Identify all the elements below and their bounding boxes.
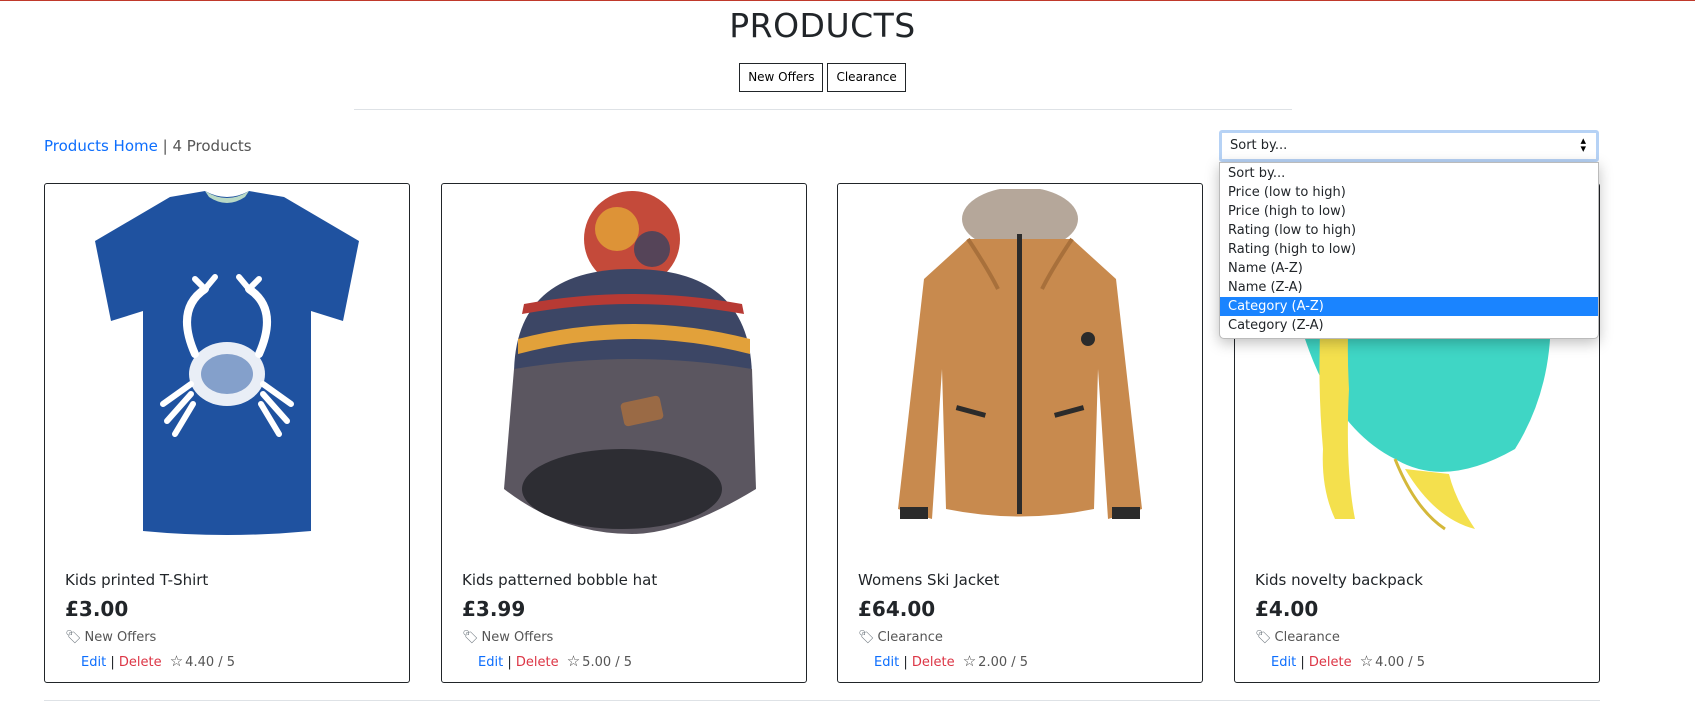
product-rating: 4.00 / 5: [1375, 655, 1426, 670]
category-label: New Offers: [481, 630, 554, 645]
star-icon: ☆: [169, 652, 184, 670]
clearance-button[interactable]: Clearance: [827, 63, 906, 92]
product-image-tshirt[interactable]: [55, 189, 399, 549]
category-label: Clearance: [877, 630, 943, 645]
product-actions: Edit | Delete ☆ 5.00 / 5: [478, 652, 632, 670]
product-name[interactable]: Kids printed T-Shirt: [65, 571, 208, 589]
sort-option-name-desc[interactable]: Name (Z-A): [1220, 278, 1598, 297]
filter-buttons: New Offers Clearance: [0, 63, 1645, 92]
action-separator: |: [110, 655, 115, 670]
edit-link[interactable]: Edit: [1271, 655, 1296, 670]
sort-option-default[interactable]: Sort by...: [1220, 164, 1598, 183]
product-rating: 2.00 / 5: [978, 655, 1029, 670]
category-label: New Offers: [84, 630, 157, 645]
product-price: £3.00: [65, 597, 129, 621]
tags-icon: 🏷︎: [858, 630, 875, 645]
sort-option-price-desc[interactable]: Price (high to low): [1220, 202, 1598, 221]
product-category[interactable]: 🏷︎ New Offers: [462, 630, 553, 645]
action-separator: |: [1300, 655, 1305, 670]
product-category[interactable]: 🏷︎ New Offers: [65, 630, 156, 645]
star-icon: ☆: [962, 652, 977, 670]
action-separator: |: [507, 655, 512, 670]
divider: [354, 109, 1292, 110]
sort-option-category-desc[interactable]: Category (Z-A): [1220, 316, 1598, 335]
product-count: 4 Products: [172, 137, 252, 155]
star-icon: ☆: [566, 652, 581, 670]
category-label: Clearance: [1274, 630, 1340, 645]
product-actions: Edit | Delete ☆ 4.40 / 5: [81, 652, 235, 670]
product-name[interactable]: Womens Ski Jacket: [858, 571, 999, 589]
star-icon: ☆: [1359, 652, 1374, 670]
product-card: Kids printed T-Shirt £3.00 🏷︎ New Offers …: [44, 183, 410, 683]
product-price: £4.00: [1255, 597, 1319, 621]
tags-icon: 🏷︎: [462, 630, 479, 645]
tags-icon: 🏷︎: [1255, 630, 1272, 645]
edit-link[interactable]: Edit: [874, 655, 899, 670]
product-card: Kids patterned bobble hat £3.99 🏷︎ New Of…: [441, 183, 807, 683]
top-accent-line: [0, 0, 1695, 1]
product-name[interactable]: Kids novelty backpack: [1255, 571, 1423, 589]
product-category[interactable]: 🏷︎ Clearance: [1255, 630, 1340, 645]
tags-icon: 🏷︎: [65, 630, 82, 645]
divider: [44, 700, 1600, 701]
products-home-link[interactable]: Products Home: [44, 137, 158, 155]
product-name[interactable]: Kids patterned bobble hat: [462, 571, 657, 589]
sort-dropdown-list: Sort by... Price (low to high) Price (hi…: [1219, 162, 1599, 339]
edit-link[interactable]: Edit: [478, 655, 503, 670]
product-price: £64.00: [858, 597, 936, 621]
product-image-hat[interactable]: [452, 189, 796, 549]
product-actions: Edit | Delete ☆ 2.00 / 5: [874, 652, 1028, 670]
product-actions: Edit | Delete ☆ 4.00 / 5: [1271, 652, 1425, 670]
select-arrows-icon: ▴ ▾: [1580, 134, 1586, 155]
product-image-jacket[interactable]: [848, 189, 1192, 549]
product-price: £3.99: [462, 597, 526, 621]
sort-option-name-asc[interactable]: Name (A-Z): [1220, 259, 1598, 278]
delete-link[interactable]: Delete: [912, 655, 955, 670]
product-card: Womens Ski Jacket £64.00 🏷︎ Clearance Edi…: [837, 183, 1203, 683]
product-category[interactable]: 🏷︎ Clearance: [858, 630, 943, 645]
sort-select[interactable]: Sort by... ▴ ▾: [1219, 130, 1599, 162]
breadcrumb-separator: |: [157, 137, 173, 155]
page-title: PRODUCTS: [729, 6, 916, 45]
product-rating: 4.40 / 5: [185, 655, 236, 670]
new-offers-button[interactable]: New Offers: [739, 63, 824, 92]
delete-link[interactable]: Delete: [1309, 655, 1352, 670]
delete-link[interactable]: Delete: [516, 655, 559, 670]
breadcrumb: Products Home | 4 Products: [44, 137, 252, 155]
sort-option-price-asc[interactable]: Price (low to high): [1220, 183, 1598, 202]
sort-option-rating-asc[interactable]: Rating (low to high): [1220, 221, 1598, 240]
delete-link[interactable]: Delete: [119, 655, 162, 670]
product-rating: 5.00 / 5: [582, 655, 633, 670]
sort-option-category-asc[interactable]: Category (A-Z): [1220, 297, 1598, 316]
sort-select-value: Sort by...: [1230, 138, 1288, 153]
edit-link[interactable]: Edit: [81, 655, 106, 670]
action-separator: |: [903, 655, 908, 670]
sort-option-rating-desc[interactable]: Rating (high to low): [1220, 240, 1598, 259]
